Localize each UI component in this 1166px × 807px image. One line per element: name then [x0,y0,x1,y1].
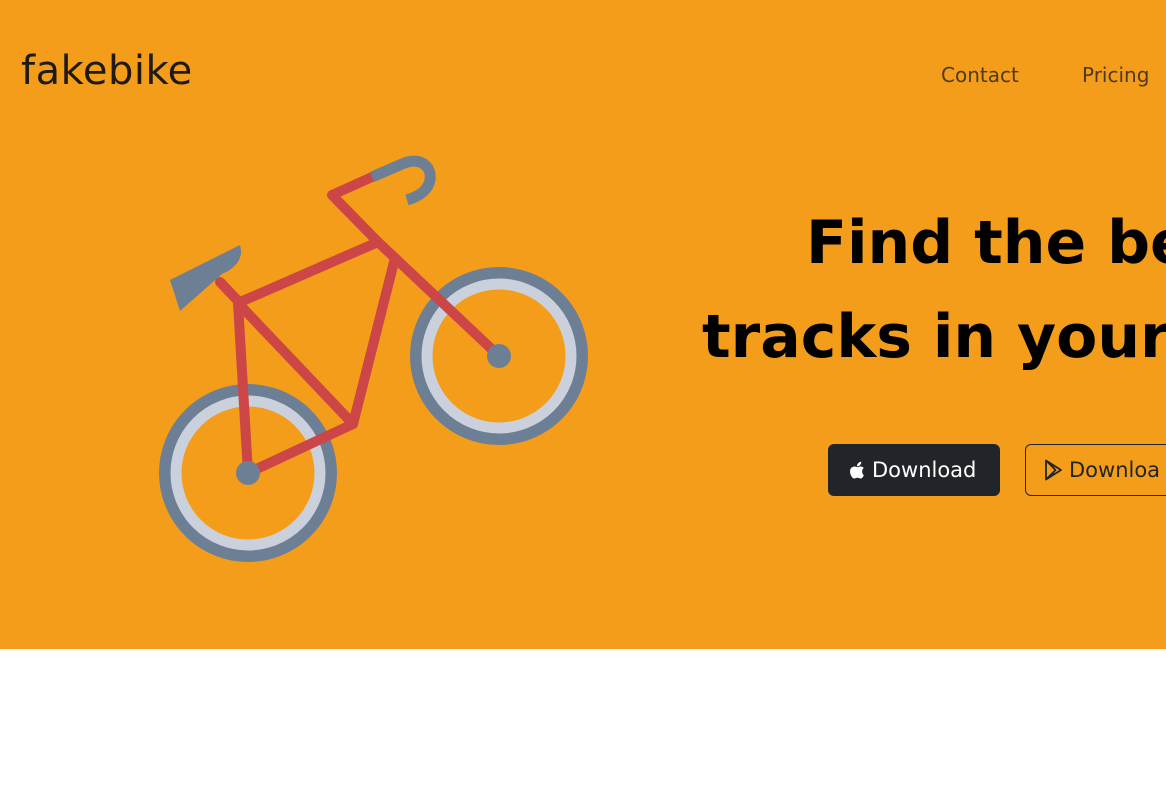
headline-line-1: Find the be [806,208,1166,278]
nav-link-pricing[interactable]: Pricing [1082,63,1149,87]
download-google-play-label: Downloa [1069,458,1161,482]
hero-section: fakebike Contact Pricing Find the be tra… [0,0,1166,649]
download-apple-label: Download [872,458,977,482]
saddle [170,245,242,311]
handlebar [369,155,436,206]
brand-logo[interactable]: fakebike [21,48,193,94]
bicycle-illustration [159,155,588,562]
rear-hub [236,461,260,485]
download-google-play-button[interactable]: Downloa [1025,444,1166,496]
headline-line-2: tracks in your [702,302,1166,372]
front-hub [487,344,511,368]
apple-icon [847,459,867,481]
hero-headline: Find the be tracks in your [702,196,1166,384]
nav-link-contact[interactable]: Contact [941,63,1019,87]
google-play-icon [1044,459,1064,481]
download-apple-button[interactable]: Download [828,444,1000,496]
